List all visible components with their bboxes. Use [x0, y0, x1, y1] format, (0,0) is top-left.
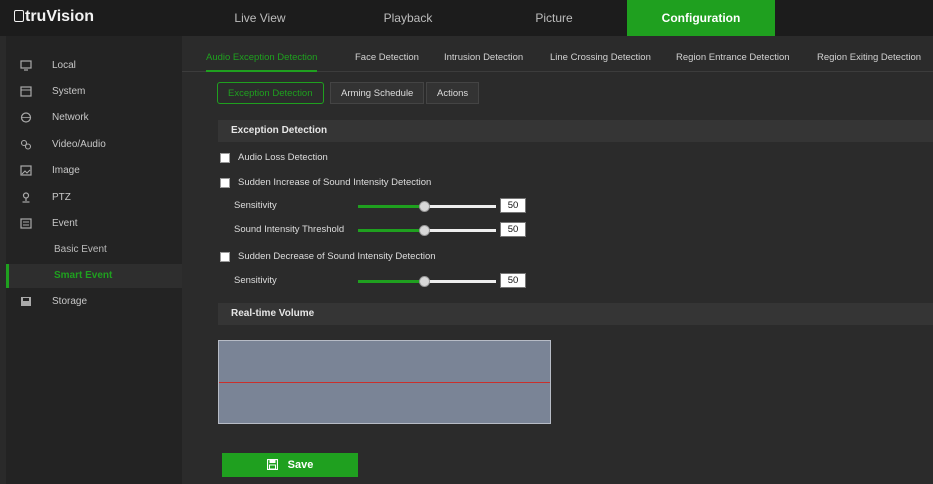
save-button[interactable]: Save: [222, 453, 358, 477]
subtab-face-detection[interactable]: Face Detection: [355, 44, 419, 72]
volume-threshold-line: [219, 382, 550, 383]
sidebar-item-label: Storage: [52, 296, 88, 307]
sound-threshold-row: Sound Intensity Threshold 50: [234, 222, 534, 238]
truvision-logo: truVision: [14, 8, 94, 26]
sudden-increase-label: Sudden Increase of Sound Intensity Detec…: [238, 177, 432, 188]
sidebar-item-video-audio[interactable]: Video/Audio: [6, 133, 182, 157]
save-button-label: Save: [287, 459, 314, 471]
system-icon: [20, 86, 32, 97]
audio-loss-row: Audio Loss Detection: [220, 152, 420, 166]
sidebar-item-label: Video/Audio: [52, 139, 106, 150]
decrease-sensitivity-label: Sensitivity: [234, 275, 277, 286]
sidebar-item-label: System: [52, 86, 86, 97]
sudden-decrease-checkbox[interactable]: [220, 252, 230, 262]
monitor-icon: [20, 60, 32, 71]
crumb-arming-schedule[interactable]: Arming Schedule: [330, 82, 425, 104]
subtab-line-crossing-detection[interactable]: Line Crossing Detection: [550, 44, 651, 72]
sidebar-item-local[interactable]: Local: [6, 54, 182, 78]
subtab-audio-exception-detection[interactable]: Audio Exception Detection: [206, 44, 318, 72]
sidebar-item-label: Local: [52, 60, 76, 71]
audio-loss-checkbox[interactable]: [220, 153, 230, 163]
sidebar-item-image[interactable]: Image: [6, 159, 182, 183]
slider-fill: [358, 229, 425, 232]
increase-sensitivity-value[interactable]: 50: [500, 198, 526, 213]
globe-icon: [20, 112, 32, 123]
increase-sensitivity-row: Sensitivity 50: [234, 198, 534, 214]
floppy-disk-icon: [266, 458, 278, 470]
sidebar-item-system[interactable]: System: [6, 80, 182, 104]
decrease-sensitivity-row: Sensitivity 50: [234, 273, 534, 289]
sidebar-item-network[interactable]: Network: [6, 106, 182, 130]
sidebar-item-label: Image: [52, 165, 80, 176]
sudden-increase-checkbox[interactable]: [220, 178, 230, 188]
subtab-intrusion-detection[interactable]: Intrusion Detection: [444, 44, 523, 72]
sound-threshold-label: Sound Intensity Threshold: [234, 224, 345, 235]
sidebar-item-storage[interactable]: Storage: [6, 290, 182, 314]
slider-fill: [358, 280, 425, 283]
video-audio-icon: [20, 139, 32, 150]
crumb-actions[interactable]: Actions: [426, 82, 480, 104]
main-content: Audio Exception Detection Face Detection…: [182, 36, 933, 484]
sidebar-item-label: PTZ: [52, 192, 71, 203]
audio-loss-label: Audio Loss Detection: [238, 152, 328, 163]
increase-sensitivity-slider[interactable]: [358, 201, 496, 212]
image-icon: [20, 165, 32, 176]
section-realtime-volume: Real-time Volume: [218, 303, 933, 325]
decrease-sensitivity-slider[interactable]: [358, 276, 496, 287]
subtab-region-exiting-detection[interactable]: Region Exiting Detection: [817, 44, 921, 72]
tab-live-view[interactable]: Live View: [186, 0, 334, 36]
sudden-decrease-row: Sudden Decrease of Sound Intensity Detec…: [220, 251, 540, 265]
tab-playback[interactable]: Playback: [334, 0, 482, 36]
decrease-sensitivity-value[interactable]: 50: [500, 273, 526, 288]
sound-threshold-slider[interactable]: [358, 225, 496, 236]
subtab-region-entrance-detection[interactable]: Region Entrance Detection: [676, 44, 790, 72]
sudden-increase-row: Sudden Increase of Sound Intensity Detec…: [220, 177, 540, 191]
increase-sensitivity-label: Sensitivity: [234, 200, 277, 211]
crumb-exception-detection[interactable]: Exception Detection: [217, 82, 324, 104]
sudden-decrease-label: Sudden Decrease of Sound Intensity Detec…: [238, 251, 436, 262]
slider-handle[interactable]: [419, 225, 431, 236]
detection-subtabs: Audio Exception Detection Face Detection…: [182, 44, 933, 72]
tab-picture[interactable]: Picture: [480, 0, 628, 36]
section-exception-detection: Exception Detection: [218, 120, 933, 142]
sound-threshold-value[interactable]: 50: [500, 222, 526, 237]
sidebar: Local System Network Video/Audio Image P…: [6, 36, 182, 484]
tab-configuration[interactable]: Configuration: [627, 0, 775, 36]
ptz-icon: [22, 192, 30, 203]
sidebar-item-ptz[interactable]: PTZ: [6, 186, 182, 210]
logo-text: truVision: [25, 8, 95, 25]
event-icon: [20, 218, 32, 229]
logo-mark-icon: [14, 10, 24, 22]
realtime-volume-meter: [218, 340, 551, 424]
sidebar-item-label: Event: [52, 218, 78, 229]
sidebar-subitem-smart-event[interactable]: Smart Event: [6, 264, 182, 288]
sidebar-subitem-basic-event[interactable]: Basic Event: [6, 238, 182, 262]
sidebar-item-event[interactable]: Event: [6, 212, 182, 236]
slider-fill: [358, 205, 425, 208]
slider-handle[interactable]: [419, 276, 431, 287]
storage-icon: [21, 297, 31, 306]
slider-handle[interactable]: [419, 201, 431, 212]
top-bar: truVision Live View Playback Picture Con…: [0, 0, 933, 36]
sidebar-item-label: Network: [52, 112, 89, 123]
